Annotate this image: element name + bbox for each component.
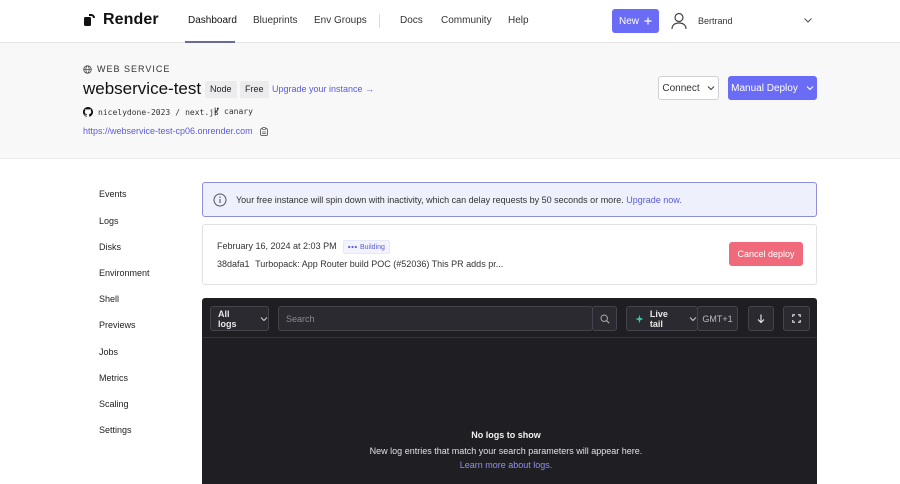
connect-label: Connect bbox=[662, 82, 700, 94]
plan-tag: Free bbox=[240, 81, 269, 98]
chevron-down-icon bbox=[707, 86, 715, 91]
service-name: webservice-test bbox=[83, 79, 202, 98]
top-navigation: Render Dashboard Blueprints Env Groups D… bbox=[0, 0, 900, 43]
manual-deploy-button[interactable]: Manual Deploy bbox=[728, 76, 817, 100]
empty-logs-title: No logs to show bbox=[471, 430, 541, 440]
nav-divider bbox=[379, 14, 380, 28]
sidebar-item-shell[interactable]: Shell bbox=[99, 294, 119, 304]
nav-docs[interactable]: Docs bbox=[400, 15, 423, 26]
chevron-down-icon bbox=[689, 316, 697, 321]
scroll-to-bottom-button[interactable] bbox=[748, 306, 774, 331]
copy-icon[interactable] bbox=[259, 126, 268, 136]
service-header: WEB SERVICE webservice-test Node Free Up… bbox=[0, 43, 900, 159]
logs-panel: All logs Search Live tail GMT+1 No logs … bbox=[202, 298, 817, 484]
sidebar-item-metrics[interactable]: Metrics bbox=[99, 373, 128, 383]
log-filter-label: All logs bbox=[218, 308, 237, 329]
manual-deploy-label: Manual Deploy bbox=[731, 82, 798, 94]
upgrade-now-link[interactable]: Upgrade now. bbox=[626, 195, 682, 205]
github-icon bbox=[83, 107, 93, 117]
status-label: Building bbox=[360, 243, 385, 251]
commit-message: Turbopack: App Router build POC (#52036)… bbox=[255, 259, 504, 269]
nav-community[interactable]: Community bbox=[441, 15, 492, 26]
nav-env-groups[interactable]: Env Groups bbox=[314, 15, 367, 26]
nav-dashboard[interactable]: Dashboard bbox=[188, 15, 237, 26]
search-placeholder: Search bbox=[286, 313, 315, 324]
expand-icon bbox=[792, 314, 801, 323]
live-tail-label: Live tail bbox=[649, 308, 668, 329]
ellipsis-icon bbox=[348, 245, 357, 249]
user-name[interactable]: Bertrand bbox=[698, 16, 733, 26]
globe-icon bbox=[83, 64, 92, 74]
render-logo[interactable]: Render bbox=[83, 11, 159, 29]
repository[interactable]: nicelydone-2023 / next.js bbox=[83, 107, 219, 117]
timezone-select[interactable]: GMT+1 bbox=[697, 306, 738, 331]
service-url[interactable]: https://webservice-test-cp06.onrender.co… bbox=[83, 126, 268, 136]
pulse-icon bbox=[635, 314, 644, 323]
deploy-date: February 16, 2024 at 2:03 PM bbox=[217, 241, 337, 251]
git-branch-icon bbox=[214, 107, 219, 116]
cancel-deploy-button[interactable]: Cancel deploy bbox=[729, 242, 803, 266]
sidebar-item-settings[interactable]: Settings bbox=[99, 425, 132, 435]
fullscreen-button[interactable] bbox=[783, 306, 810, 331]
chevron-down-icon bbox=[260, 316, 268, 321]
nav-blueprints[interactable]: Blueprints bbox=[253, 15, 297, 26]
sidebar-item-disks[interactable]: Disks bbox=[99, 242, 121, 252]
connect-button[interactable]: Connect bbox=[658, 76, 719, 100]
sidebar-item-events[interactable]: Events bbox=[99, 189, 127, 199]
branch-name: canary bbox=[224, 107, 253, 116]
brand-name: Render bbox=[103, 11, 159, 28]
sidebar-item-scaling[interactable]: Scaling bbox=[99, 399, 129, 409]
plus-icon bbox=[644, 17, 652, 25]
branch[interactable]: canary bbox=[213, 107, 253, 116]
sidebar-item-logs[interactable]: Logs bbox=[99, 216, 119, 226]
nav-help[interactable]: Help bbox=[508, 15, 529, 26]
deploy-card: February 16, 2024 at 2:03 PM Building 38… bbox=[202, 224, 817, 285]
banner-message: Your free instance will spin down with i… bbox=[236, 195, 682, 205]
chevron-down-icon bbox=[806, 86, 814, 91]
learn-more-logs-link[interactable]: Learn more about logs. bbox=[202, 460, 810, 470]
free-instance-banner: Your free instance will spin down with i… bbox=[202, 182, 817, 217]
search-button[interactable] bbox=[592, 306, 617, 331]
live-tail-select[interactable]: Live tail bbox=[626, 306, 698, 331]
banner-text: Your free instance will spin down with i… bbox=[236, 195, 624, 205]
log-search-input[interactable]: Search bbox=[278, 306, 593, 331]
runtime-tag: Node bbox=[205, 81, 237, 98]
service-url-text[interactable]: https://webservice-test-cp06.onrender.co… bbox=[83, 126, 253, 136]
info-icon bbox=[213, 193, 227, 207]
status-badge: Building bbox=[343, 240, 390, 254]
chevron-down-icon[interactable] bbox=[803, 16, 813, 24]
user-avatar-icon[interactable] bbox=[671, 12, 687, 30]
sidebar-item-jobs[interactable]: Jobs bbox=[99, 347, 118, 357]
commit-hash[interactable]: 38dafa1 bbox=[217, 259, 250, 269]
repo-owner: nicelydone-2023 bbox=[98, 107, 171, 117]
log-filter-select[interactable]: All logs bbox=[210, 306, 269, 331]
new-button[interactable]: New bbox=[612, 9, 659, 33]
upgrade-instance-link[interactable]: Upgrade your instance → bbox=[272, 84, 374, 94]
service-type: WEB SERVICE bbox=[83, 64, 170, 74]
commit-info: 38dafa1 Turbopack: App Router build POC … bbox=[217, 259, 503, 269]
repo-separator: / bbox=[175, 107, 181, 117]
sidebar-item-previews[interactable]: Previews bbox=[99, 320, 136, 330]
service-type-label: WEB SERVICE bbox=[97, 64, 171, 74]
new-button-label: New bbox=[618, 15, 639, 27]
search-icon bbox=[599, 313, 610, 324]
render-logo-icon bbox=[84, 14, 95, 26]
empty-logs-message: New log entries that match your search p… bbox=[369, 446, 643, 456]
sidebar-item-environment[interactable]: Environment bbox=[99, 268, 150, 278]
log-toolbar-divider bbox=[202, 337, 817, 338]
arrow-down-icon bbox=[757, 314, 765, 323]
